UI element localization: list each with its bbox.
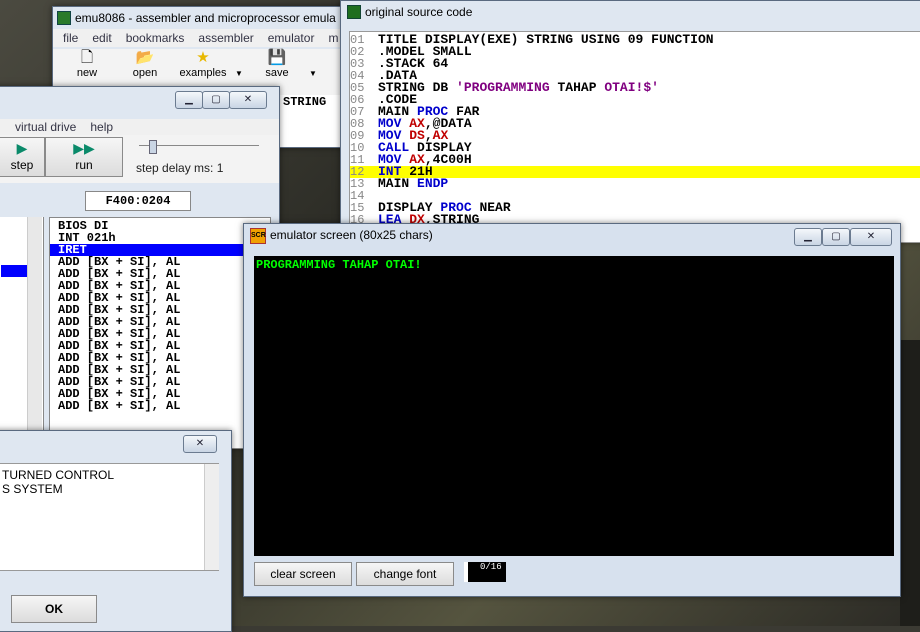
save-button[interactable]: 💾 save bbox=[249, 49, 305, 79]
open-folder-icon: 📂 bbox=[135, 49, 155, 66]
examples-dropdown-icon[interactable]: ▼ bbox=[235, 69, 243, 78]
run-button[interactable]: ▶▶ run bbox=[45, 137, 123, 177]
menu-help[interactable]: help bbox=[90, 120, 113, 134]
save-dropdown-icon[interactable]: ▼ bbox=[309, 69, 317, 78]
disassembly-line[interactable]: ADD [BX + SI], AL bbox=[50, 400, 270, 412]
source-title: original source code bbox=[365, 5, 473, 19]
console-text: PROGRAMMING TAHAP OTAI! bbox=[256, 258, 422, 272]
message-window: ✕ TURNED CONTROL S SYSTEM OK bbox=[0, 430, 232, 632]
disassembly-lines: BIOS DI INT 021h IRET ADD [BX + SI], AL ADD … bbox=[50, 218, 270, 412]
open-button[interactable]: 📂 open bbox=[117, 49, 173, 79]
page-progress-bar bbox=[464, 562, 468, 582]
register-panel bbox=[0, 217, 44, 447]
source-lines: 01 TITLE DISPLAY(EXE) STRING USING 09 FUN… bbox=[350, 32, 920, 226]
floppy-icon: 💾 bbox=[267, 49, 287, 66]
ok-button[interactable]: OK bbox=[11, 595, 97, 623]
message-text-area: TURNED CONTROL S SYSTEM bbox=[0, 463, 219, 571]
message-line-1: TURNED CONTROL bbox=[2, 468, 115, 482]
screen-close-icon[interactable]: ✕ bbox=[850, 228, 892, 246]
desktop-strip bbox=[900, 340, 920, 626]
menu-file[interactable]: file bbox=[63, 31, 78, 45]
code-token: STRING bbox=[526, 32, 574, 47]
code-token: TAHAP bbox=[557, 80, 597, 95]
main-title: emu8086 - assembler and microprocessor e… bbox=[75, 11, 336, 25]
new-button[interactable]: 🗋 new bbox=[59, 49, 115, 79]
source-titlebar: original source code bbox=[341, 1, 920, 23]
screen-maximize-icon[interactable]: ▢ bbox=[822, 228, 850, 246]
main-titlebar: emu8086 - assembler and microprocessor e… bbox=[53, 7, 353, 29]
message-scrollbar[interactable] bbox=[204, 464, 219, 570]
source-icon bbox=[347, 5, 361, 19]
step-delay-slider[interactable] bbox=[139, 140, 259, 154]
main-menubar: file edit bookmarks assembler emulator m bbox=[53, 29, 353, 47]
code-token: NEAR bbox=[479, 200, 511, 215]
address-field: F400:0204 bbox=[85, 191, 191, 211]
code-token: 64 bbox=[432, 56, 449, 71]
change-font-button[interactable]: change font bbox=[356, 562, 454, 586]
source-line[interactable]: 03 .STACK 64 bbox=[350, 56, 920, 71]
page-label: 0/16 bbox=[480, 562, 502, 572]
source-line[interactable]: 13 MAIN ENDP bbox=[350, 176, 920, 191]
source-code-area[interactable]: 01 TITLE DISPLAY(EXE) STRING USING 09 FUN… bbox=[349, 31, 920, 243]
source-window: original source code 01 TITLE DISPLAY(EXE… bbox=[340, 0, 920, 243]
menu-bookmarks[interactable]: bookmarks bbox=[126, 31, 185, 45]
code-token: OTAI!$' bbox=[604, 80, 659, 95]
minimize-icon[interactable]: ▁ bbox=[175, 91, 203, 109]
screen-window: SCR emulator screen (80x25 chars) ▁ ▢ ✕ … bbox=[243, 223, 901, 597]
run-icon: ▶▶ bbox=[73, 140, 95, 156]
step-button[interactable]: ▶ step bbox=[0, 137, 45, 177]
source-line[interactable]: 11 MOV AX,4C00H bbox=[350, 152, 920, 167]
step-icon: ▶ bbox=[16, 140, 28, 156]
app-icon bbox=[57, 11, 71, 25]
screen-app-icon: SCR bbox=[250, 228, 266, 244]
message-titlebar: ✕ bbox=[0, 431, 231, 453]
step-delay-label: step delay ms: 1 bbox=[136, 161, 224, 175]
code-token: MAIN bbox=[378, 176, 410, 191]
emulator-window: ▁ ▢ ✕ STRING virtual drive help ▶ step ▶▶… bbox=[0, 86, 326, 449]
star-icon: ★ bbox=[196, 49, 210, 66]
code-token: 09 bbox=[627, 32, 644, 47]
screen-titlebar: SCR emulator screen (80x25 chars) ▁ ▢ ✕ bbox=[244, 224, 900, 246]
clear-screen-button[interactable]: clear screen bbox=[254, 562, 352, 586]
menu-virtual-drive[interactable]: virtual drive bbox=[15, 120, 76, 134]
emulator-titlebar: ▁ ▢ ✕ bbox=[0, 87, 279, 109]
menu-edit[interactable]: edit bbox=[92, 31, 111, 45]
code-token: USING bbox=[580, 32, 620, 47]
page-indicator: 0/16 bbox=[464, 562, 506, 582]
code-token: 'PROGRAMMING bbox=[456, 80, 550, 95]
emulator-menubar: virtual drive help bbox=[0, 119, 279, 135]
code-token: DB bbox=[432, 80, 449, 95]
code-token: 4C00H bbox=[432, 152, 472, 167]
behind-string-text: STRING bbox=[283, 95, 327, 109]
disassembly-list[interactable]: BIOS DI INT 021h IRET ADD [BX + SI], AL ADD … bbox=[49, 217, 271, 449]
code-token: FUNCTION bbox=[651, 32, 714, 47]
register-scrollbar[interactable] bbox=[27, 217, 42, 447]
screen-minimize-icon[interactable]: ▁ bbox=[794, 228, 822, 246]
menu-more[interactable]: m bbox=[328, 31, 338, 45]
screen-title: emulator screen (80x25 chars) bbox=[270, 228, 433, 242]
code-token: ENDP bbox=[417, 176, 449, 191]
maximize-icon[interactable]: ▢ bbox=[202, 91, 230, 109]
source-line[interactable]: 05 STRING DB 'PROGRAMMING TAHAP OTAI!$' bbox=[350, 80, 920, 95]
new-file-icon: 🗋 bbox=[80, 49, 94, 66]
slider-handle[interactable] bbox=[149, 140, 157, 154]
menu-emulator[interactable]: emulator bbox=[268, 31, 315, 45]
message-close-icon[interactable]: ✕ bbox=[183, 435, 217, 453]
menu-assembler[interactable]: assembler bbox=[198, 31, 253, 45]
console-output: PROGRAMMING TAHAP OTAI! bbox=[254, 256, 894, 556]
close-icon[interactable]: ✕ bbox=[229, 91, 267, 109]
examples-button[interactable]: ★ examples bbox=[175, 49, 231, 79]
message-line-2: S SYSTEM bbox=[2, 482, 63, 496]
